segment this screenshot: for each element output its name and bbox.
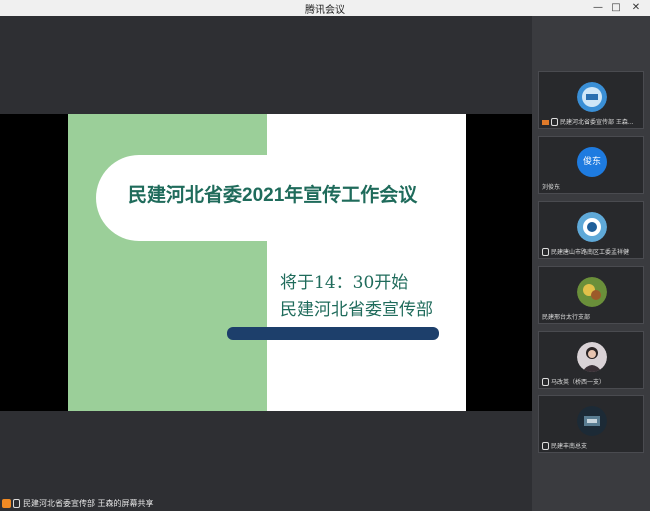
- mic-icon: [542, 378, 549, 386]
- participant-label: 民建河北省委宣传部 王森...: [542, 117, 634, 126]
- shared-slide: 民建河北省委2021年宣传工作会议 将于14：30开始 民建河北省委宣传部: [68, 114, 466, 411]
- minimize-icon[interactable]: —: [590, 0, 606, 16]
- participant-avatar: [577, 212, 607, 242]
- window-title: 腾讯会议: [305, 5, 345, 16]
- participant-avatar: [577, 82, 607, 112]
- mic-icon: [551, 118, 558, 126]
- slide-start-time: 将于14：30开始: [280, 273, 409, 293]
- participant-avatar: [577, 406, 607, 436]
- participant-label: 民建邢台太行支部: [542, 314, 591, 321]
- slide-title-part2: 年宣传工作会议: [284, 184, 418, 206]
- participant-tile[interactable]: 民建邢台太行支部: [538, 266, 644, 324]
- participant-label: 刘俊东: [542, 184, 561, 191]
- slide-title-year: 2021: [242, 185, 285, 206]
- slide-organizer: 民建河北省委宣传部: [280, 300, 433, 320]
- participant-label: 马改英（桥西一支）: [542, 377, 605, 386]
- maximize-icon[interactable]: □: [608, 0, 624, 16]
- participant-label: 民建丰南总支: [542, 441, 587, 450]
- slide-underline-bar: [227, 327, 439, 340]
- participant-avatar: [577, 277, 607, 307]
- participant-tile[interactable]: 民建丰南总支: [538, 395, 644, 453]
- participant-tile[interactable]: 马改英（桥西一支）: [538, 331, 644, 389]
- person-icon: [2, 499, 11, 508]
- participant-avatar: [577, 342, 607, 372]
- close-icon[interactable]: ✕: [628, 0, 644, 16]
- screen-share-status: 民建河北省委宣传部 王森的屏幕共享: [2, 498, 154, 509]
- mic-icon: [13, 499, 20, 508]
- participant-tile[interactable]: 民建河北省委宣传部 王森...: [538, 71, 644, 129]
- title-bar: 腾讯会议 — □ ✕: [0, 0, 650, 16]
- participant-avatar: 俊东: [577, 147, 607, 177]
- mic-icon: [542, 442, 549, 450]
- slide-title: 民建河北省委2021年宣传工作会议: [128, 180, 417, 207]
- mic-icon: [542, 248, 549, 256]
- participant-tile[interactable]: 民建唐山市路南区工委孟祥健: [538, 201, 644, 259]
- participant-tile[interactable]: 俊东 刘俊东: [538, 136, 644, 194]
- screen-share-icon: [542, 119, 549, 125]
- participant-label: 民建唐山市路南区工委孟祥健: [542, 247, 629, 256]
- slide-title-part1: 民建河北省委: [128, 184, 243, 206]
